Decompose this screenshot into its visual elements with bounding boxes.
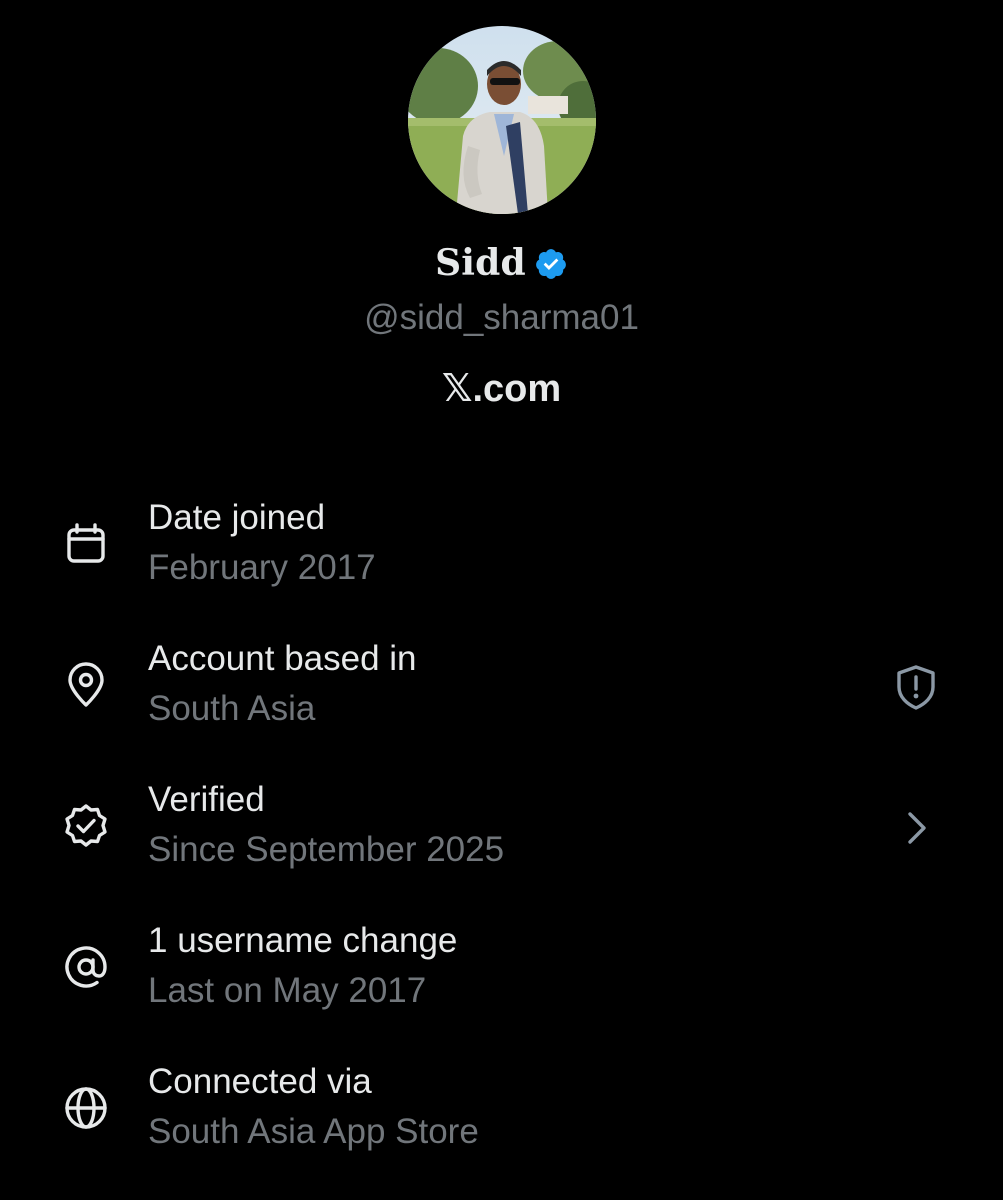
row-title: Date joined [148, 498, 326, 537]
row-subtitle: Since September 2025 [148, 830, 505, 869]
globe-icon [65, 1087, 107, 1129]
row-title: Verified [148, 780, 265, 819]
shield-alert-icon[interactable] [890, 661, 942, 713]
info-row-username-change: 1 username change Last on May 2017 [0, 913, 1003, 1054]
row-subtitle: South Asia [148, 689, 316, 728]
verified-badge-icon[interactable] [534, 247, 568, 281]
display-name: Sidd [435, 242, 526, 284]
at-sign-icon [65, 946, 107, 988]
location-pin-icon [68, 662, 104, 707]
info-row-verified[interactable]: Verified Since September 2025 [0, 772, 1003, 913]
info-row-account-based-in: Account based in South Asia [0, 631, 1003, 772]
username-handle: @sidd_sharma01 [364, 298, 639, 337]
info-row-date-joined: Date joined February 2017 [0, 490, 1003, 631]
row-title: 1 username change [148, 921, 458, 960]
calendar-icon [67, 523, 105, 563]
avatar[interactable] [408, 26, 596, 214]
row-title: Account based in [148, 639, 417, 678]
row-subtitle: Last on May 2017 [148, 971, 427, 1010]
platform-label: 𝕏.com [441, 368, 562, 410]
row-title: Connected via [148, 1062, 372, 1101]
verified-check-icon [65, 804, 107, 847]
name-row: Sidd [0, 242, 1003, 284]
avatar-photo [408, 26, 596, 214]
account-info-list: Date joined February 2017 Account based … [0, 490, 1003, 1195]
info-row-connected-via: Connected via South Asia App Store [0, 1054, 1003, 1195]
chevron-right-icon[interactable] [890, 802, 942, 854]
row-subtitle: February 2017 [148, 548, 376, 587]
row-subtitle: South Asia App Store [148, 1112, 479, 1151]
